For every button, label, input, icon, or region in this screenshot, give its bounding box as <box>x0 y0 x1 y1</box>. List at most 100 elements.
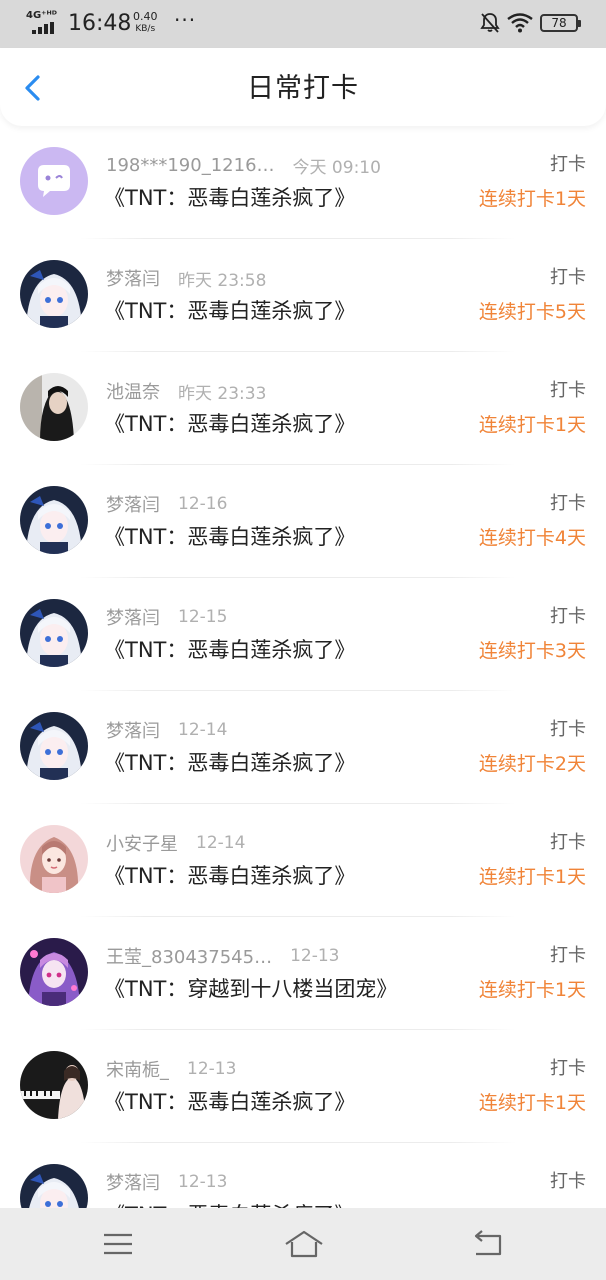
signal-icon <box>32 22 58 34</box>
checkin-time: 昨天 23:33 <box>178 383 267 404</box>
status-time: 16:48 <box>68 11 132 36</box>
checkin-row[interactable]: 池温奈 昨天 23:33 《TNT：恶毒白莲杀疯了》 打卡 连续打卡1天 <box>0 352 606 465</box>
checkin-time: 12-16 <box>178 494 228 514</box>
username[interactable]: 宋南栀_ <box>106 1056 169 1082</box>
avatar[interactable] <box>20 599 88 667</box>
book-title[interactable]: 《TNT：恶毒白莲杀疯了》 <box>104 1088 355 1116</box>
username[interactable]: 梦落闫 <box>106 265 160 291</box>
checkin-list: 198***190_1216… 今天 09:10 《TNT：恶毒白莲杀疯了》 打… <box>0 126 606 1256</box>
username[interactable]: 王莹_830437545… <box>106 943 272 969</box>
mute-bell-icon <box>480 13 500 33</box>
username[interactable]: 梦落闫 <box>106 1169 160 1195</box>
network-speed: 0.40 KB/s <box>133 11 158 35</box>
checkin-time: 12-13 <box>178 1172 228 1192</box>
default-chat-avatar-icon <box>20 147 88 215</box>
more-notifications-icon: ··· <box>174 8 197 32</box>
checkin-meta: 梦落闫 昨天 23:58 <box>106 265 267 291</box>
book-title[interactable]: 《TNT：恶毒白莲杀疯了》 <box>104 410 355 438</box>
checkin-row[interactable]: 梦落闫 12-16 《TNT：恶毒白莲杀疯了》 打卡 连续打卡4天 <box>0 465 606 578</box>
action-label: 打卡 <box>550 1058 586 1079</box>
page-title: 日常打卡 <box>247 73 359 104</box>
anime-white-hair-avatar-icon <box>20 712 88 780</box>
avatar[interactable] <box>20 373 88 441</box>
username[interactable]: 198***190_1216… <box>106 155 275 176</box>
book-title[interactable]: 《TNT：恶毒白莲杀疯了》 <box>104 749 355 777</box>
checkin-time: 12-15 <box>178 607 228 627</box>
book-title[interactable]: 《TNT：恶毒白莲杀疯了》 <box>104 636 355 664</box>
speed-value: 0.40 <box>133 10 158 23</box>
anime-white-hair-avatar-icon <box>20 260 88 328</box>
anime-white-hair-avatar-icon <box>20 599 88 667</box>
checkin-meta: 198***190_1216… 今天 09:10 <box>106 154 381 178</box>
screen: 4G⁺ᴴᴰ 16:48 0.40 KB/s ··· 78 日常打卡 198***… <box>0 0 606 1280</box>
back-nav-button[interactable] <box>470 1228 506 1260</box>
book-title[interactable]: 《TNT：穿越到十八楼当团宠》 <box>104 975 397 1003</box>
checkin-time: 今天 09:10 <box>292 157 381 178</box>
menu-icon <box>104 1233 132 1255</box>
checkin-row[interactable]: 王莹_830437545… 12-13 《TNT：穿越到十八楼当团宠》 打卡 连… <box>0 917 606 1030</box>
checkin-time: 12-13 <box>290 946 340 966</box>
piano-photo-avatar-icon <box>20 1051 88 1119</box>
streak-label: 连续打卡3天 <box>478 640 586 662</box>
avatar[interactable] <box>20 1051 88 1119</box>
action-label: 打卡 <box>550 380 586 401</box>
streak-label: 连续打卡4天 <box>478 527 586 549</box>
checkin-meta: 梦落闫 12-15 <box>106 604 228 630</box>
anime-white-hair-avatar-icon <box>20 486 88 554</box>
checkin-row[interactable]: 小安子星 12-14 《TNT：恶毒白莲杀疯了》 打卡 连续打卡1天 <box>0 804 606 917</box>
book-title[interactable]: 《TNT：恶毒白莲杀疯了》 <box>104 297 355 325</box>
avatar[interactable] <box>20 825 88 893</box>
action-label: 打卡 <box>550 832 586 853</box>
menu-button[interactable] <box>100 1228 136 1260</box>
checkin-row[interactable]: 梦落闫 12-15 《TNT：恶毒白莲杀疯了》 打卡 连续打卡3天 <box>0 578 606 691</box>
checkin-row[interactable]: 梦落闫 12-14 《TNT：恶毒白莲杀疯了》 打卡 连续打卡2天 <box>0 691 606 804</box>
book-title[interactable]: 《TNT：恶毒白莲杀疯了》 <box>104 862 355 890</box>
action-label: 打卡 <box>550 154 586 175</box>
speed-unit: KB/s <box>135 24 156 34</box>
home-icon <box>285 1230 323 1258</box>
wifi-icon <box>507 13 533 33</box>
streak-label: 连续打卡1天 <box>478 979 586 1001</box>
streak-label: 连续打卡1天 <box>478 866 586 888</box>
system-nav-bar <box>0 1208 606 1280</box>
book-title[interactable]: 《TNT：恶毒白莲杀疯了》 <box>104 523 355 551</box>
checkin-meta: 梦落闫 12-14 <box>106 717 228 743</box>
avatar[interactable] <box>20 938 88 1006</box>
checkin-meta: 王莹_830437545… 12-13 <box>106 943 340 969</box>
avatar[interactable] <box>20 486 88 554</box>
streak-label: 连续打卡1天 <box>478 1092 586 1114</box>
username[interactable]: 池温奈 <box>106 378 160 404</box>
checkin-time: 12-13 <box>187 1059 237 1079</box>
username[interactable]: 梦落闫 <box>106 604 160 630</box>
action-label: 打卡 <box>550 945 586 966</box>
page-header: 日常打卡 <box>0 48 606 126</box>
dark-girl-photo-avatar-icon <box>20 373 88 441</box>
checkin-meta: 梦落闫 12-16 <box>106 491 228 517</box>
action-label: 打卡 <box>550 493 586 514</box>
action-label: 打卡 <box>550 1171 586 1192</box>
pink-girl-avatar-icon <box>20 825 88 893</box>
checkin-meta: 宋南栀_ 12-13 <box>106 1056 237 1082</box>
streak-label: 连续打卡1天 <box>478 188 586 210</box>
action-label: 打卡 <box>550 719 586 740</box>
avatar[interactable] <box>20 147 88 215</box>
action-label: 打卡 <box>550 606 586 627</box>
checkin-row[interactable]: 宋南栀_ 12-13 《TNT：恶毒白莲杀疯了》 打卡 连续打卡1天 <box>0 1030 606 1143</box>
checkin-row[interactable]: 198***190_1216… 今天 09:10 《TNT：恶毒白莲杀疯了》 打… <box>0 126 606 239</box>
book-title[interactable]: 《TNT：恶毒白莲杀疯了》 <box>104 184 355 212</box>
checkin-time: 昨天 23:58 <box>178 270 267 291</box>
action-label: 打卡 <box>550 267 586 288</box>
status-bar: 4G⁺ᴴᴰ 16:48 0.40 KB/s ··· 78 <box>0 0 606 48</box>
network-type: 4G⁺ᴴᴰ <box>26 10 57 21</box>
avatar[interactable] <box>20 260 88 328</box>
checkin-time: 12-14 <box>196 833 246 853</box>
checkin-time: 12-14 <box>178 720 228 740</box>
home-button[interactable] <box>283 1228 325 1260</box>
username[interactable]: 梦落闫 <box>106 491 160 517</box>
checkin-meta: 梦落闫 12-13 <box>106 1169 228 1195</box>
checkin-row[interactable]: 梦落闫 昨天 23:58 《TNT：恶毒白莲杀疯了》 打卡 连续打卡5天 <box>0 239 606 352</box>
checkin-meta: 小安子星 12-14 <box>106 830 246 856</box>
username[interactable]: 梦落闫 <box>106 717 160 743</box>
username[interactable]: 小安子星 <box>106 830 178 856</box>
avatar[interactable] <box>20 712 88 780</box>
